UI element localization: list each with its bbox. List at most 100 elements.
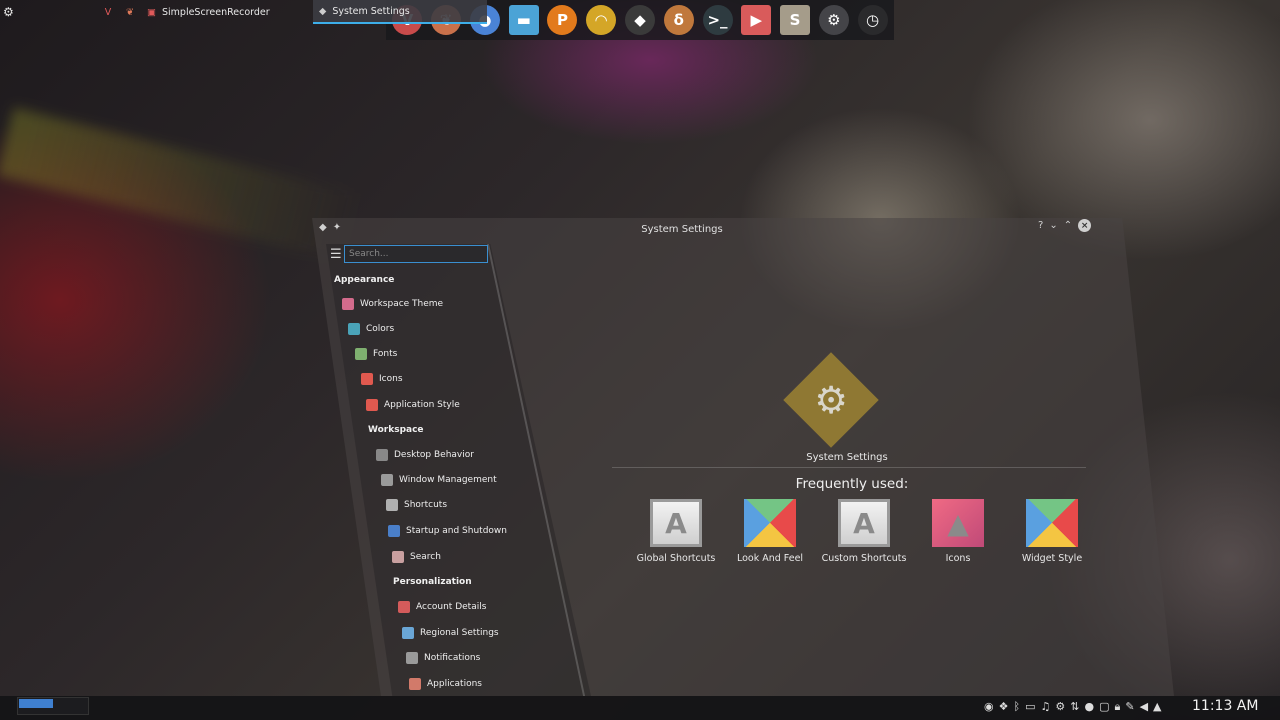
- search-input[interactable]: [344, 245, 488, 263]
- task-label: SimpleScreenRecorder: [161, 6, 270, 18]
- window-title: System Settings: [641, 224, 723, 235]
- startup-and-shutdown-icon: [388, 525, 400, 537]
- speaker-icon[interactable]: ◀: [1140, 700, 1148, 714]
- clock[interactable]: 11:13 AM: [1192, 698, 1258, 714]
- favorite-label: Look And Feel: [736, 553, 804, 564]
- sidebar-item-label: Icons: [379, 374, 403, 384]
- expand-tray-icon[interactable]: ▲: [1153, 700, 1161, 714]
- sidebar-item-label: Window Management: [399, 475, 497, 485]
- favorite-label: Global Shortcuts: [636, 553, 716, 564]
- sidebar-item-label: Colors: [366, 324, 395, 334]
- gear-icon: ⚙: [814, 378, 848, 422]
- application-style-icon: [366, 399, 378, 411]
- account-details-icon: [398, 601, 410, 613]
- sidebar-item-account-details[interactable]: Account Details: [398, 601, 486, 613]
- system-settings-label: System Settings: [806, 452, 888, 463]
- shortcuts-icon: [386, 499, 398, 511]
- workspace-theme-icon: [342, 298, 354, 310]
- favorite-label: Widget Style: [1021, 553, 1083, 564]
- icons-icon: ▲: [932, 499, 984, 547]
- colors-icon: [348, 323, 360, 335]
- system-tray: ◉ ❖ ᛒ ▭ ♫ ⚙ ⇅ ● ▢ 🔒︎ ✎ ◀ ▲: [984, 700, 1162, 714]
- sidebar-item-search[interactable]: Search: [392, 551, 441, 563]
- sidebar-item-window-management[interactable]: Window Management: [381, 474, 497, 486]
- task-label: System Settings: [332, 5, 410, 17]
- favorite-label: Custom Shortcuts: [821, 553, 907, 564]
- sidebar-item-label: Application Style: [384, 400, 460, 410]
- lock-icon[interactable]: 🔒︎: [1114, 700, 1120, 714]
- category-appearance: Appearance: [334, 275, 395, 285]
- file-manager-icon[interactable]: ▬: [508, 5, 539, 35]
- global-shortcuts-icon: A: [650, 499, 702, 547]
- sidebar-item-startup-and-shutdown[interactable]: Startup and Shutdown: [388, 525, 507, 537]
- volume-icon[interactable]: ♫: [1041, 700, 1051, 714]
- gimp-icon[interactable]: ◠: [586, 5, 617, 35]
- dropbox-icon[interactable]: ❖: [999, 700, 1009, 714]
- active-desktop[interactable]: [19, 699, 53, 708]
- clock-icon[interactable]: ◷: [857, 5, 888, 35]
- sidebar-item-fonts[interactable]: Fonts: [355, 348, 397, 360]
- applications-icon: [409, 678, 421, 690]
- p-app-icon[interactable]: P: [547, 5, 578, 35]
- sidebar-item-colors[interactable]: Colors: [348, 323, 394, 335]
- favorite-widget-style[interactable]: Widget Style: [1002, 499, 1102, 564]
- window-management-icon: [381, 474, 393, 486]
- task-system-settings[interactable]: ◆ System Settings: [313, 0, 487, 24]
- swirl-app-icon[interactable]: δ: [663, 5, 694, 35]
- vivaldi-task-icon[interactable]: V: [100, 0, 116, 24]
- minimize-icon[interactable]: ⌄: [1049, 220, 1057, 231]
- application-launcher-icon[interactable]: ⚙: [3, 0, 14, 24]
- display-icon[interactable]: ▢: [1099, 700, 1109, 714]
- look-and-feel-icon: [744, 499, 796, 547]
- category-workspace: Workspace: [368, 425, 424, 435]
- favorite-look-and-feel[interactable]: Look And Feel: [720, 499, 820, 564]
- settings-icon[interactable]: ⚙: [818, 5, 849, 35]
- settings-task-icon: ◆: [319, 5, 327, 17]
- sidebar-item-shortcuts[interactable]: Shortcuts: [386, 499, 447, 511]
- help-icon[interactable]: ?: [1038, 220, 1043, 231]
- favorite-label: Icons: [945, 553, 971, 564]
- favorite-icons[interactable]: ▲ Icons: [908, 499, 1008, 564]
- desktop-behavior-icon: [376, 449, 388, 461]
- sidebar-item-application-style[interactable]: Application Style: [366, 399, 460, 411]
- recorder-task-icon: ▣: [147, 6, 156, 18]
- sidebar-item-label: Search: [410, 552, 441, 562]
- favorite-custom-shortcuts[interactable]: A Custom Shortcuts: [814, 499, 914, 564]
- search-icon: [392, 551, 404, 563]
- sidebar-item-label: Account Details: [416, 602, 487, 612]
- sidebar-item-label: Regional Settings: [420, 628, 499, 638]
- user-icon[interactable]: ●: [1084, 700, 1094, 714]
- terminal-icon[interactable]: >_: [702, 5, 733, 35]
- screenshot-icon[interactable]: ◉: [984, 700, 994, 714]
- window-titlebar[interactable]: ◆ ✦ System Settings ? ⌄ ⌃ ×: [312, 218, 1112, 242]
- vivaldi-alt-task-icon[interactable]: ❦: [122, 0, 138, 24]
- sidebar-item-label: Startup and Shutdown: [406, 526, 507, 536]
- notifications-icon: [406, 652, 418, 664]
- inkscape-icon[interactable]: ◆: [624, 5, 655, 35]
- frequently-used-heading: Frequently used:: [795, 476, 909, 492]
- network-icon[interactable]: ⇅: [1070, 700, 1079, 714]
- s-app-icon[interactable]: S: [780, 5, 811, 35]
- virtual-desktop-pager[interactable]: [17, 697, 89, 715]
- sidebar-item-notifications[interactable]: Notifications: [406, 652, 480, 664]
- sidebar-item-label: Applications: [427, 679, 482, 689]
- settings-tray-icon[interactable]: ⚙: [1055, 700, 1065, 714]
- recorder-icon[interactable]: ▶: [741, 5, 772, 35]
- sidebar-item-icons[interactable]: Icons: [361, 373, 403, 385]
- sidebar-item-applications[interactable]: Applications: [409, 678, 482, 690]
- sidebar-item-label: Shortcuts: [404, 500, 448, 510]
- main-divider: [612, 467, 1086, 468]
- sidebar-item-regional-settings[interactable]: Regional Settings: [402, 627, 499, 639]
- favorite-global-shortcuts[interactable]: A Global Shortcuts: [626, 499, 726, 564]
- close-icon[interactable]: ×: [1078, 219, 1092, 232]
- sidebar-item-label: Notifications: [424, 653, 481, 663]
- storage-icon[interactable]: ▭: [1025, 700, 1035, 714]
- task-simplescreenrecorder[interactable]: ▣ SimpleScreenRecorder: [142, 0, 310, 24]
- maximize-icon[interactable]: ⌃: [1064, 220, 1072, 231]
- widget-style-icon: [1026, 499, 1078, 547]
- bluetooth-icon[interactable]: ᛒ: [1013, 700, 1020, 714]
- hamburger-menu-icon[interactable]: ☰: [330, 247, 342, 262]
- clipboard-icon[interactable]: ✎: [1125, 700, 1134, 714]
- sidebar-item-workspace-theme[interactable]: Workspace Theme: [342, 298, 443, 310]
- sidebar-item-desktop-behavior[interactable]: Desktop Behavior: [376, 449, 474, 461]
